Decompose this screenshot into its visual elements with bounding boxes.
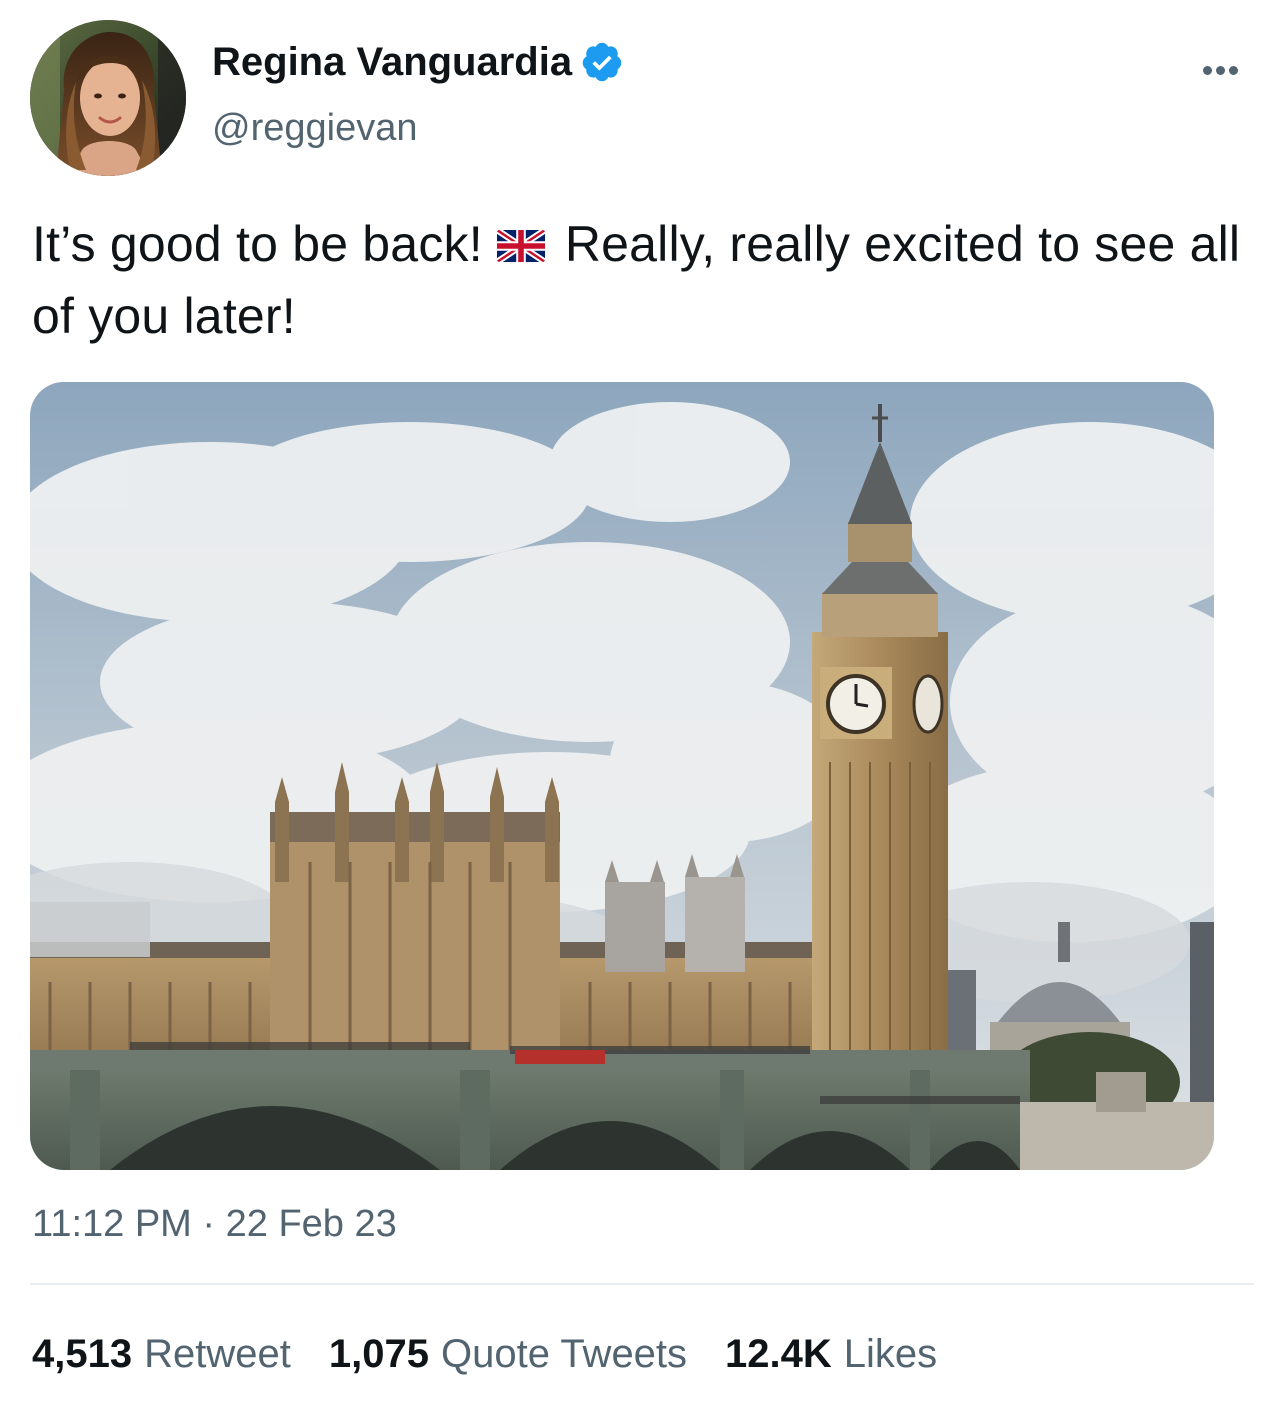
quote-tweets-stat[interactable]: 1,075 Quote Tweets bbox=[329, 1328, 687, 1380]
author-name-row: Regina Vanguardia bbox=[212, 38, 624, 86]
tweet-text-part1: It’s good to be back! bbox=[32, 216, 483, 272]
retweets-stat[interactable]: 4,513 Retweet bbox=[32, 1328, 291, 1380]
likes-count: 12.4K bbox=[725, 1332, 832, 1376]
gb-flag-icon bbox=[496, 210, 545, 262]
tweet-stats: 4,513 Retweet 1,075 Quote Tweets 12.4K L… bbox=[32, 1328, 937, 1380]
tweet-photo[interactable] bbox=[30, 382, 1214, 1170]
dot-icon bbox=[1215, 65, 1225, 75]
retweets-label: Retweet bbox=[144, 1332, 291, 1376]
verified-badge-icon bbox=[580, 40, 624, 84]
author-display-name[interactable]: Regina Vanguardia bbox=[212, 38, 572, 86]
tweet-text: It’s good to be back! Really, really exc… bbox=[32, 208, 1252, 352]
tweet-timestamp[interactable]: 11:12 PM · 22 Feb 23 bbox=[32, 1200, 397, 1248]
quote-tweets-count: 1,075 bbox=[328, 1332, 429, 1376]
likes-stat[interactable]: 12.4K Likes bbox=[725, 1328, 937, 1380]
tweet-time: 11:12 PM bbox=[32, 1203, 192, 1245]
divider bbox=[30, 1283, 1254, 1285]
avatar-image bbox=[30, 20, 186, 176]
retweets-count: 4,513 bbox=[32, 1332, 133, 1376]
tweet-date: 22 Feb 23 bbox=[225, 1203, 397, 1245]
dot-icon bbox=[1202, 65, 1212, 75]
likes-label: Likes bbox=[843, 1332, 938, 1376]
tweet-card: Regina Vanguardia @reggievan It’s good t… bbox=[0, 0, 1284, 1414]
more-options-button[interactable] bbox=[1196, 50, 1244, 90]
avatar[interactable] bbox=[30, 20, 186, 176]
photo-parliament-big-ben bbox=[30, 382, 1214, 1170]
dot-icon bbox=[1228, 65, 1238, 75]
author-handle[interactable]: @reggievan bbox=[212, 104, 417, 152]
quote-tweets-label: Quote Tweets bbox=[440, 1332, 688, 1376]
